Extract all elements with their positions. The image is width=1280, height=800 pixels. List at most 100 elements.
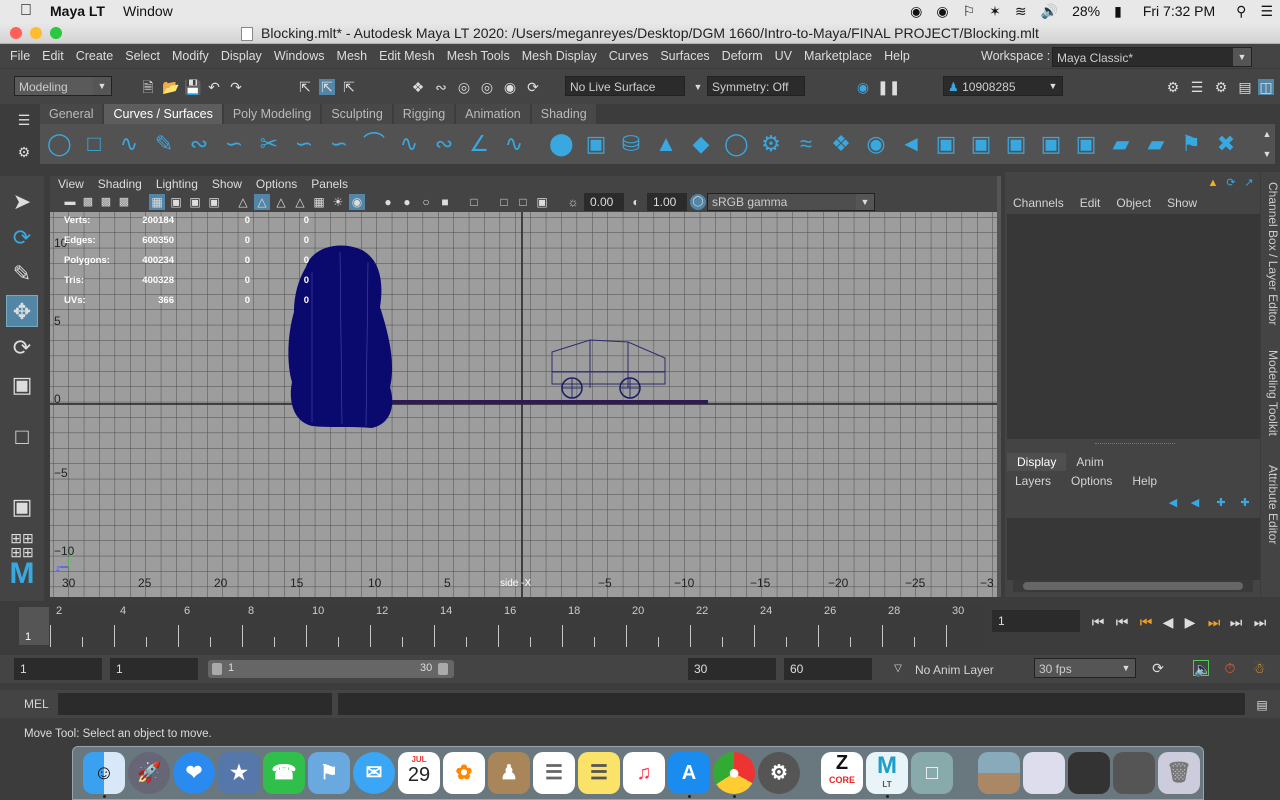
menu-surfaces[interactable]: Surfaces (654, 49, 715, 63)
time-slider[interactable]: 1 2 4 6 8 10 12 14 16 18 20 22 24 26 28 30 (16, 605, 984, 647)
move-tool-icon[interactable]: ✥ (6, 295, 38, 327)
isolate-select-icon[interactable]: □ (466, 194, 482, 210)
exposure-field[interactable]: 0.00 (584, 193, 624, 211)
select-tool-icon[interactable]: ➤ (6, 186, 38, 218)
tools-icon[interactable]: ▲ (1205, 175, 1221, 191)
chrome-icon[interactable]: ● (713, 752, 755, 794)
ambient-occlusion-icon[interactable]: ● (380, 194, 396, 210)
film-gate-icon[interactable]: ▣ (168, 194, 184, 210)
revolve-icon[interactable]: ⚙ (759, 132, 783, 156)
save-scene-icon[interactable]: 💾 (184, 79, 201, 95)
undo-icon[interactable]: ↶ (206, 79, 222, 95)
layer-editor-icon[interactable]: ◫ (1258, 79, 1274, 95)
flag-icon[interactable]: ⚐ (956, 3, 983, 20)
nurbs-cylinder-icon[interactable]: ⛁ (619, 132, 643, 156)
select-object-icon[interactable]: ⇱ (319, 79, 335, 95)
vp-menu-view[interactable]: View (50, 176, 91, 192)
trash-icon[interactable]: 🗑 (1158, 752, 1200, 794)
paint-select-tool-icon[interactable]: ✎ (6, 258, 38, 290)
snap-view-icon[interactable]: ◎ (479, 79, 495, 95)
arc-curve-icon[interactable]: ∽ (222, 132, 246, 156)
snap-vertex-icon[interactable]: ⟳ (525, 79, 541, 95)
channel-box-area[interactable] (1007, 214, 1260, 439)
menu-windows[interactable]: Windows (268, 49, 331, 63)
contacts-icon[interactable]: ♟ (488, 752, 530, 794)
grid-toggle-icon[interactable]: ▦ (149, 194, 165, 210)
reminders-icon[interactable]: ☰ (533, 752, 575, 794)
shelf-settings-icon[interactable]: ⚙ (16, 144, 32, 160)
attach-curve-icon[interactable]: ∽ (292, 132, 316, 156)
menu-set-dropdown[interactable]: Modeling ▼ (14, 76, 112, 96)
trim-icon[interactable]: ▰ (1109, 132, 1133, 156)
animation-preferences-icon[interactable]: ☃ (1251, 660, 1267, 676)
step-forward-frame-icon[interactable]: ⏭ (1228, 614, 1244, 630)
snap-point-icon[interactable]: ◎ (456, 79, 472, 95)
sound-icon[interactable]: 🔈 (1193, 660, 1211, 677)
migration-assistant-icon[interactable]: ★ (218, 752, 260, 794)
command-input[interactable] (58, 693, 332, 715)
float-panel-icon[interactable]: ↗ (1241, 175, 1257, 191)
window-menu[interactable]: Window (114, 3, 182, 19)
tool-settings-icon[interactable]: ⚙ (1213, 79, 1229, 95)
shelf-tab-general[interactable]: General (40, 104, 103, 124)
maya-lt-icon[interactable]: M LT (866, 752, 908, 794)
playback-end-field[interactable]: 30 (688, 658, 776, 680)
render-settings-icon[interactable]: ⚙ (1165, 79, 1181, 95)
intersect-icon[interactable]: ▣ (1074, 132, 1098, 156)
layer-scroll-thumb[interactable] (1023, 582, 1243, 590)
menu-display[interactable]: Display (215, 49, 268, 63)
recent-image-1-icon[interactable] (978, 752, 1020, 794)
record-icon[interactable]: ◉ (855, 79, 871, 95)
four-view-layout-icon[interactable]: ⊞⊞ ⊞⊞ (6, 531, 38, 559)
birail-icon[interactable]: ◄ (899, 132, 923, 156)
layer-hscrollbar[interactable] (1013, 580, 1253, 592)
app-store-icon[interactable]: A (668, 752, 710, 794)
loop-icon[interactable]: ⟳ (1150, 660, 1166, 676)
move-layer-down-icon[interactable]: ◀ (1187, 495, 1203, 511)
finder-icon[interactable]: ☺ (83, 752, 125, 794)
vp-menu-show[interactable]: Show (205, 176, 249, 192)
menu-deform[interactable]: Deform (716, 49, 769, 63)
bookmark-icon[interactable]: ▩ (98, 194, 114, 210)
antialiasing-icon[interactable]: ○ (418, 194, 434, 210)
apple-icon[interactable]:  (0, 2, 41, 20)
chevron-down-icon[interactable]: ▼ (690, 79, 706, 95)
animation-start-field[interactable]: 1 (14, 658, 102, 680)
vp-menu-panels[interactable]: Panels (304, 176, 355, 192)
ep-curve-icon[interactable]: ∿ (117, 132, 141, 156)
scale-tool-icon[interactable]: ▣ (6, 369, 38, 401)
cb-menu-edit[interactable]: Edit (1072, 194, 1109, 214)
shelf-tab-poly-modeling[interactable]: Poly Modeling (223, 104, 321, 124)
camera-attributes-icon[interactable]: ▩ (80, 194, 96, 210)
shelf-tab-sculpting[interactable]: Sculpting (322, 104, 392, 124)
menu-uv[interactable]: UV (769, 49, 798, 63)
shelf-tab-shading[interactable]: Shading (531, 104, 596, 124)
shelf-menu-icon[interactable]: ☰ (16, 112, 32, 128)
square-surface-icon[interactable]: ▣ (1004, 132, 1028, 156)
recent-image-4-icon[interactable] (1113, 752, 1155, 794)
vp-menu-options[interactable]: Options (249, 176, 304, 192)
last-tool-icon[interactable]: □ (6, 421, 38, 453)
planar-icon[interactable]: ❖ (829, 132, 853, 156)
step-forward-key-icon[interactable]: ⏭ (1206, 614, 1222, 630)
playback-speed-icon[interactable]: ⏱ (1222, 660, 1238, 676)
wireframe-icon[interactable]: △ (235, 194, 251, 210)
menu-mesh[interactable]: Mesh (331, 49, 374, 63)
boundary-icon[interactable]: ▣ (969, 132, 993, 156)
notification-center-icon[interactable]: ☰ (1253, 3, 1280, 20)
creative-cloud-icon[interactable]: ◉ (903, 3, 929, 20)
tab-anim[interactable]: Anim (1066, 453, 1113, 471)
nurbs-sphere-icon[interactable]: ⬤ (549, 132, 574, 156)
nurbs-cone-icon[interactable]: ▲ (654, 132, 678, 156)
nurbs-torus-icon[interactable]: ◯ (724, 132, 749, 156)
textured-icon[interactable]: △ (292, 194, 308, 210)
wireframe-on-shaded-icon[interactable]: △ (273, 194, 289, 210)
animation-end-field[interactable]: 60 (784, 658, 872, 680)
layer-menu-options[interactable]: Options (1061, 472, 1122, 492)
color-management-icon[interactable]: ◯ (690, 194, 706, 210)
offset-curve-icon[interactable]: ⌒ (362, 132, 386, 156)
notes-icon[interactable]: ☰ (578, 752, 620, 794)
insert-knot-icon[interactable]: ∠ (467, 132, 491, 156)
nurbs-circle-icon[interactable]: ◯ (47, 132, 72, 156)
current-frame-field[interactable]: 1 (992, 610, 1080, 632)
